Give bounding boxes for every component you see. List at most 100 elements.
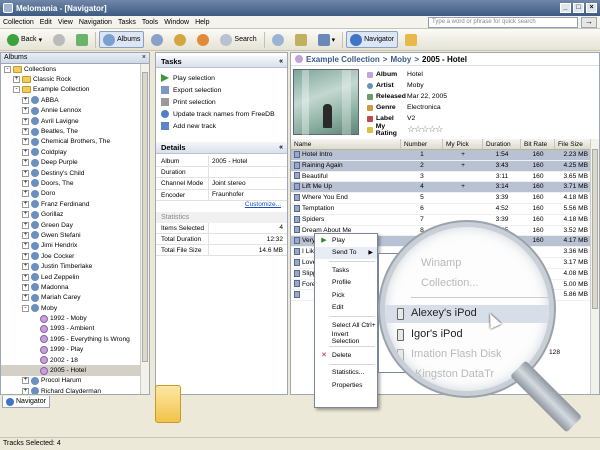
context-item-tasks[interactable]: Tasks: [315, 264, 377, 277]
menu-help[interactable]: Help: [192, 19, 212, 26]
expand-icon[interactable]: +: [22, 200, 29, 208]
menu-view[interactable]: View: [55, 19, 76, 26]
task-play-selection[interactable]: Play selection: [156, 72, 287, 84]
tree-node[interactable]: + Destiny's Child: [1, 168, 141, 178]
context-item-profile[interactable]: Profile: [315, 277, 377, 290]
expand-icon[interactable]: +: [22, 96, 29, 104]
expand-icon[interactable]: +: [22, 294, 29, 302]
rating-stars[interactable]: ☆☆☆☆☆: [407, 124, 443, 135]
expand-icon[interactable]: +: [22, 231, 29, 239]
expand-icon[interactable]: +: [22, 169, 29, 177]
maximize-button[interactable]: □: [573, 3, 584, 13]
tree-node[interactable]: + Deep Purple: [1, 158, 141, 168]
expand-icon[interactable]: +: [22, 138, 29, 146]
tree-node[interactable]: + Mariah Carey: [1, 293, 141, 303]
submenu-item-kingston[interactable]: Kingston DataTr: [415, 368, 494, 380]
scrollbar-thumb[interactable]: [142, 72, 148, 362]
expand-icon[interactable]: +: [22, 148, 29, 156]
albums-button[interactable]: Albums: [99, 31, 145, 48]
zoom-button[interactable]: [268, 31, 288, 48]
table-row[interactable]: Lift Me Up 4 +3:14 160 3.71 MB: [291, 182, 591, 194]
tree-node[interactable]: + Procol Harum: [1, 376, 141, 386]
tree-node[interactable]: + Doro: [1, 189, 141, 199]
column-name[interactable]: Name: [291, 139, 401, 149]
shopping-bag-icon[interactable]: [155, 385, 181, 423]
tree-node[interactable]: + Annie Lennox: [1, 106, 141, 116]
context-item-select-all[interactable]: Select All Ctrl+: [315, 319, 377, 332]
context-item-properties[interactable]: Properties: [315, 379, 377, 392]
task-update-freedb[interactable]: Update track names from FreeDB: [156, 108, 287, 120]
tree-node[interactable]: - Moby: [1, 303, 141, 313]
expand-icon[interactable]: +: [22, 377, 29, 385]
collapse-icon[interactable]: -: [4, 65, 11, 73]
submenu-item-imation-flash-disk[interactable]: Imation Flash Disk: [411, 348, 501, 360]
column-bit-rate[interactable]: Bit Rate: [521, 139, 555, 149]
tree-node[interactable]: 2002 - 18: [1, 355, 141, 365]
context-item-statistics[interactable]: Statistics...: [315, 367, 377, 380]
menu-collection[interactable]: Collection: [0, 19, 37, 26]
collapse-icon[interactable]: «: [279, 56, 283, 68]
tree-node[interactable]: + Green Day: [1, 220, 141, 230]
tree-node[interactable]: + Madonna: [1, 282, 141, 292]
details-view-button[interactable]: [291, 31, 311, 48]
menu-tools[interactable]: Tools: [139, 19, 161, 26]
tree-node[interactable]: + Gwen Stefani: [1, 230, 141, 240]
forward-button[interactable]: [49, 31, 69, 48]
expand-icon[interactable]: +: [22, 242, 29, 250]
tree-node[interactable]: + Beatles, The: [1, 126, 141, 136]
menu-edit[interactable]: Edit: [37, 19, 55, 26]
table-row[interactable]: Where You End 5 3:39 160 4.18 MB: [291, 193, 591, 204]
expand-icon[interactable]: +: [22, 263, 29, 271]
artists-view-button[interactable]: [147, 31, 167, 48]
tree-node[interactable]: 1995 - Everything Is Wrong: [1, 334, 141, 344]
close-button[interactable]: ×: [586, 3, 597, 13]
tree-node[interactable]: 1999 - Play: [1, 345, 141, 355]
tree-node[interactable]: + ABBA: [1, 95, 141, 105]
table-row[interactable]: Beautiful 3 3:11 160 3.65 MB: [291, 172, 591, 183]
expand-icon[interactable]: +: [22, 211, 29, 219]
expand-icon[interactable]: +: [22, 273, 29, 281]
column-duration[interactable]: Duration: [483, 139, 521, 149]
tree-node[interactable]: + Doors, The: [1, 178, 141, 188]
tree-node[interactable]: + Coldplay: [1, 147, 141, 157]
tree-node[interactable]: + Gorillaz: [1, 209, 141, 219]
thumbnails-view-button[interactable]: ▾: [314, 31, 340, 48]
back-button[interactable]: Back ▾: [3, 31, 46, 48]
shop-button[interactable]: [401, 31, 421, 48]
close-panel-icon[interactable]: ×: [142, 53, 146, 63]
tasks-header[interactable]: Tasks «: [156, 56, 287, 68]
search-go-button[interactable]: →: [581, 17, 597, 28]
expand-icon[interactable]: +: [22, 190, 29, 198]
submenu-item-igors-ipod[interactable]: Igor's iPod: [411, 328, 463, 340]
expand-icon[interactable]: +: [22, 252, 29, 260]
tree-node[interactable]: 2005 - Hotel: [1, 365, 141, 376]
expand-icon[interactable]: +: [22, 387, 29, 394]
table-row[interactable]: Hotel Intro 1 +1:54 160 2.23 MB: [291, 150, 591, 161]
context-item-play[interactable]: ▶ Play: [315, 234, 377, 247]
tree-node[interactable]: + Avril Lavigne: [1, 116, 141, 126]
task-export-selection[interactable]: Export selection: [156, 84, 287, 96]
column-file-size[interactable]: File Size: [555, 139, 591, 149]
up-button[interactable]: [72, 31, 92, 48]
navigator-tab[interactable]: Navigator: [2, 396, 50, 408]
context-item-edit[interactable]: Edit: [315, 302, 377, 315]
quick-search-input[interactable]: Type a word or phrase for quick search: [428, 17, 578, 28]
tree-node[interactable]: - Example Collection: [1, 85, 141, 95]
submenu-item-collection[interactable]: Collection...: [421, 277, 478, 289]
submenu-item-winamp[interactable]: Winamp: [421, 257, 461, 269]
context-item-send-to[interactable]: Send To ▶: [315, 246, 377, 259]
menu-window[interactable]: Window: [161, 19, 192, 26]
menu-tasks[interactable]: Tasks: [115, 19, 139, 26]
search-button[interactable]: Search: [216, 31, 260, 48]
albums-scrollbar[interactable]: [140, 64, 149, 394]
tree-node[interactable]: + Joe Cocker: [1, 251, 141, 261]
tree-node[interactable]: + Chemical Brothers, The: [1, 137, 141, 147]
menu-navigation[interactable]: Navigation: [76, 19, 115, 26]
minimize-button[interactable]: _: [560, 3, 571, 13]
years-view-button[interactable]: [193, 31, 213, 48]
tree-node[interactable]: + Richard Clayderman: [1, 386, 141, 394]
scrollbar-thumb[interactable]: [592, 149, 598, 309]
task-print-selection[interactable]: Print selection: [156, 96, 287, 108]
tracks-scrollbar[interactable]: [590, 139, 599, 394]
tree-node[interactable]: + Classic Rock: [1, 74, 141, 84]
